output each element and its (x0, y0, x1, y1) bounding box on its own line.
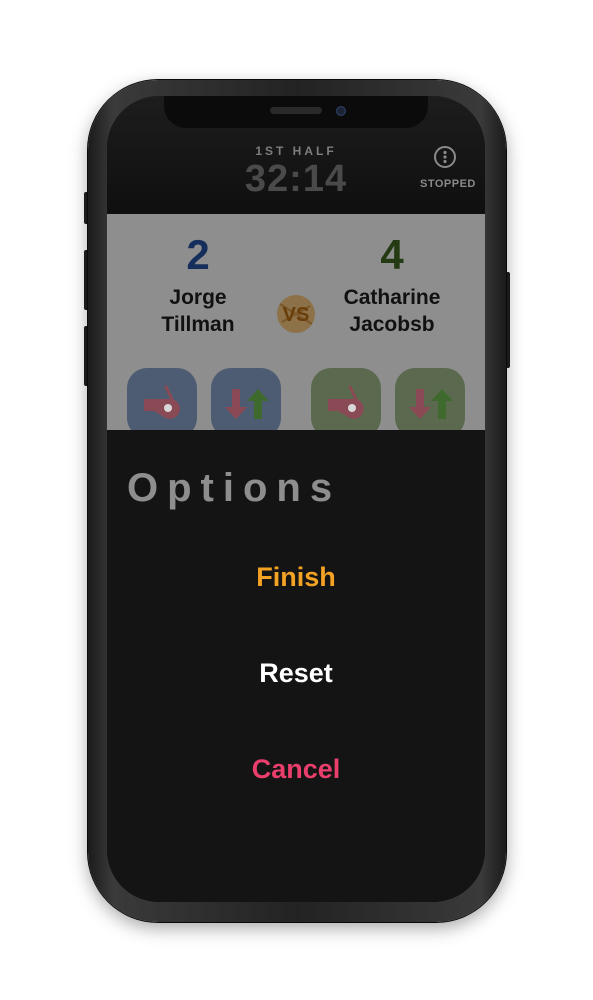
front-camera (336, 106, 346, 116)
cancel-button[interactable]: Cancel (107, 754, 485, 785)
reset-button[interactable]: Reset (107, 658, 485, 689)
home-name-first: Jorge (169, 286, 227, 309)
home-team: 2 Jorge Tillman (123, 214, 273, 338)
clock-status: STOPPED (420, 178, 476, 190)
whistle-foul-icon (144, 385, 180, 419)
earpiece-speaker (270, 107, 322, 114)
away-foul-button[interactable] (311, 368, 381, 438)
home-name-last: Tillman (161, 313, 235, 336)
away-score: 4 (380, 231, 404, 278)
options-sheet: Options Finish Reset Cancel (107, 430, 485, 902)
period-label: 1ST HALF (255, 144, 337, 158)
substitution-arrows-icon (409, 389, 453, 419)
substitution-arrows-icon (225, 389, 269, 419)
finish-button[interactable]: Finish (107, 562, 485, 593)
score-panel: 2 Jorge Tillman VS 4 Catharine Jacobsb (107, 214, 485, 438)
vs-badge-icon: VS (274, 292, 318, 336)
more-vertical-icon[interactable] (434, 146, 456, 168)
away-team: 4 Catharine Jacobsb (317, 214, 467, 338)
away-name-first: Catharine (343, 286, 441, 309)
whistle-foul-icon (328, 385, 364, 419)
home-substitution-button[interactable] (211, 368, 281, 438)
home-foul-button[interactable] (127, 368, 197, 438)
app-screen: 1ST HALF 32:14 STOPPED 2 Jorge Tillman V… (107, 96, 485, 902)
home-score: 2 (186, 231, 210, 278)
away-name-last: Jacobsb (349, 313, 435, 336)
away-substitution-button[interactable] (395, 368, 465, 438)
options-title: Options (127, 466, 342, 510)
